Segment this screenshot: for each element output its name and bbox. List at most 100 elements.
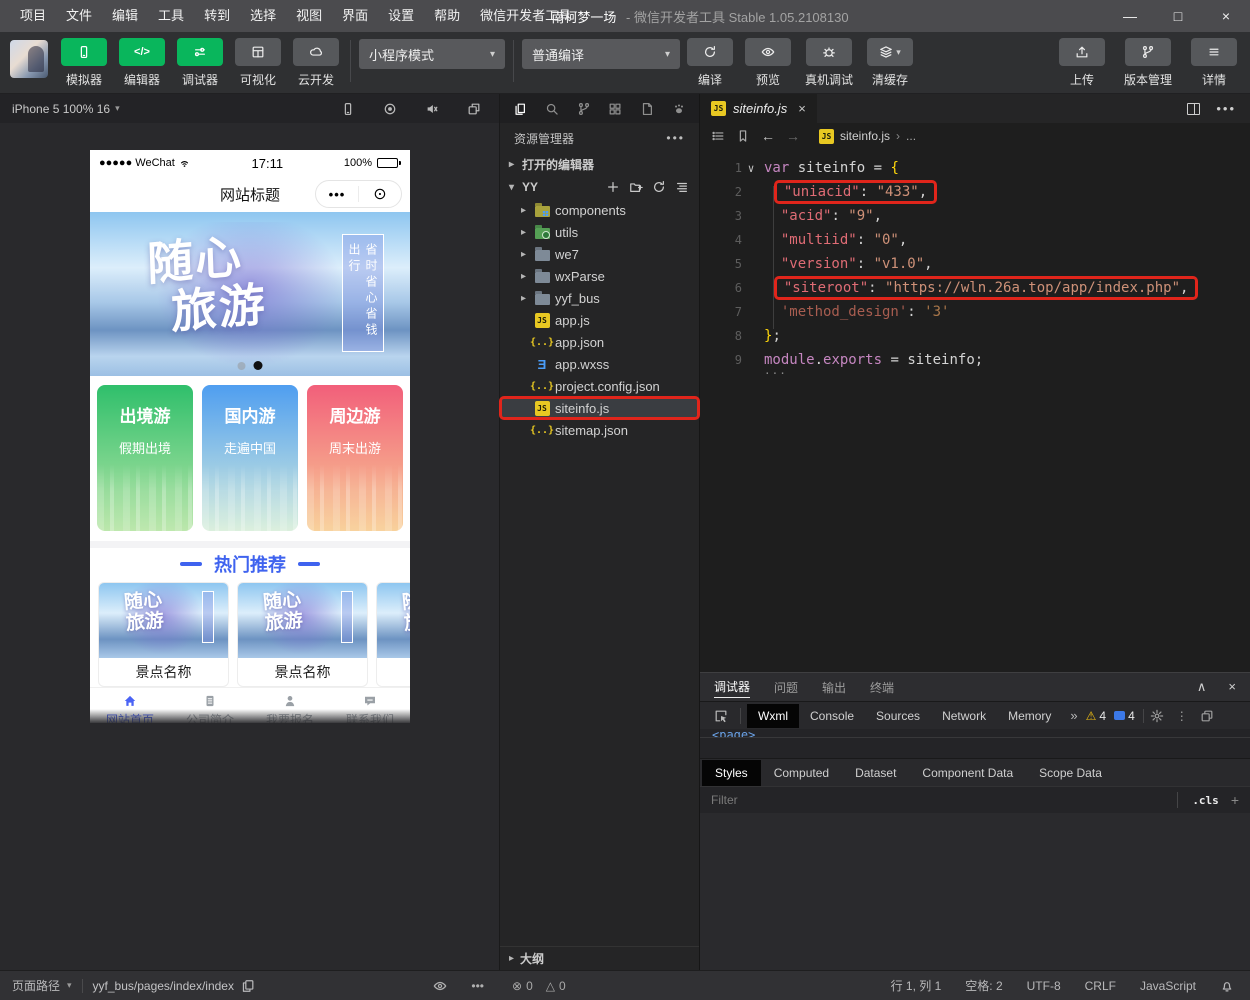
tree-item-utils[interactable]: ▸ utils [500,221,699,243]
phone-tab-home[interactable]: 网站首页 [90,688,170,723]
devtools-settings-icon[interactable] [1150,709,1164,723]
device-selector[interactable]: iPhone 5 100% 16 [12,102,110,116]
page-path-selector[interactable]: 页面路径 [12,977,60,994]
fold-chevron-icon[interactable]: ∨ [742,162,760,175]
plugin-paw-icon[interactable] [672,102,686,116]
close-tab-icon[interactable]: × [798,101,806,116]
recommendation-card[interactable]: 随心旅游景点名称 [98,582,229,687]
close-button[interactable]: × [1202,0,1250,32]
devtools-panel-Sources[interactable]: Sources [865,704,931,728]
tree-item-yyf_bus[interactable]: ▸ yyf_bus [500,287,699,309]
editor-more-icon[interactable]: ••• [1216,101,1236,116]
tree-item-sitemap.json[interactable]: {..} sitemap.json [500,419,699,441]
devtools-panel-Memory[interactable]: Memory [997,704,1062,728]
details-button[interactable]: 详情 [1188,38,1240,88]
source-control-icon[interactable] [577,102,591,116]
nav-forward-icon[interactable]: → [786,128,800,144]
category-card-0[interactable]: 出境游 假期出境 [97,385,193,531]
preview-button[interactable]: 预览 [742,38,794,88]
statusbar-problems[interactable]: ⊗ 0 △ 0 [500,979,700,993]
mute-icon[interactable] [425,102,439,116]
notifications-bell-icon[interactable] [1220,979,1234,993]
category-card-2[interactable]: 周边游 周末出游 [307,385,403,531]
device-debug-button[interactable]: 真机调试 [800,38,858,88]
statusbar-more-icon[interactable]: ••• [471,979,484,993]
add-style-icon[interactable]: + [1231,792,1239,808]
devtools-panel-Wxml[interactable]: Wxml [747,703,799,728]
styles-tab-1[interactable]: Computed [761,760,842,786]
project-root-yy[interactable]: ▾ YY [500,175,699,199]
breadcrumb-item[interactable]: JS siteinfo.js › ... [819,128,916,144]
editor-toggle-button[interactable]: </> 编辑器 [116,38,168,88]
banner-carousel[interactable]: 随心 旅游 省时省心省钱出行 [90,212,410,376]
menu-item[interactable]: 设置 [378,0,424,32]
phone-tab-person[interactable]: 我要报名 [250,688,330,723]
version-control-button[interactable]: 版本管理 [1118,38,1178,88]
cls-toggle[interactable]: .cls [1192,794,1219,807]
menu-item[interactable]: 工具 [148,0,194,32]
detach-window-icon[interactable] [467,102,481,116]
menu-item[interactable]: 界面 [332,0,378,32]
outline-section[interactable]: ▸ 大纲 [500,946,699,970]
styles-filter-input[interactable] [711,793,1172,807]
cloud-dev-button[interactable]: 云开发 [290,38,342,88]
compile-mode-select[interactable]: 普通编译 ▾ [522,39,680,69]
extensions-icon[interactable] [608,102,622,116]
tree-item-app.json[interactable]: {..} app.json [500,331,699,353]
bookmark-icon[interactable] [736,129,750,143]
minimize-button[interactable]: — [1106,0,1154,32]
files-icon[interactable] [513,102,527,116]
mode-select[interactable]: 小程序模式 ▾ [359,39,505,69]
search-icon[interactable] [545,102,559,116]
clear-cache-button[interactable]: ▾ 清缓存 [864,38,916,88]
code-editor[interactable]: 1 ∨ var siteinfo = {2 "uniacid": "433", 3 "… [700,149,1250,672]
menu-item[interactable]: 项目 [10,0,56,32]
upload-button[interactable]: 上传 [1056,38,1108,88]
menu-item[interactable]: 文件 [56,0,102,32]
maximize-button[interactable]: □ [1154,0,1202,32]
copy-path-icon[interactable] [241,979,255,993]
nav-back-icon[interactable]: ← [761,128,775,144]
styles-tab-0[interactable]: Styles [702,759,761,786]
editor-tab-siteinfo[interactable]: JS siteinfo.js × [700,94,817,123]
more-panels-icon[interactable]: » [1070,708,1077,723]
more-menu-icon[interactable]: ••• [316,187,358,202]
phone-tab-doc[interactable]: 公司简介 [170,688,250,723]
debugger-tab-3[interactable]: 终端 [870,677,894,698]
explorer-more-icon[interactable]: ••• [666,131,685,145]
category-card-1[interactable]: 国内游 走遍中国 [202,385,298,531]
menu-item[interactable]: 微信开发者工具 [470,0,581,32]
menu-item[interactable]: 选择 [240,0,286,32]
close-miniprogram-icon[interactable]: ⊙ [359,184,401,204]
close-panel-icon[interactable]: × [1228,679,1236,695]
refresh-explorer-icon[interactable] [652,180,666,194]
debugger-toggle-button[interactable]: 调试器 [174,38,226,88]
tree-item-wxParse[interactable]: ▸ wxParse [500,265,699,287]
styles-tab-4[interactable]: Scope Data [1026,760,1115,786]
eol-setting[interactable]: CRLF [1085,979,1116,993]
tree-item-project.config.json[interactable]: {..} project.config.json [500,375,699,397]
menu-item[interactable]: 视图 [286,0,332,32]
menu-item[interactable]: 转到 [194,0,240,32]
new-folder-icon[interactable] [629,180,643,194]
tree-item-app.js[interactable]: JS app.js [500,309,699,331]
wxml-element-tree[interactable]: <page> [700,729,1250,737]
preview-page-eye-icon[interactable] [433,979,447,993]
inspect-element-icon[interactable] [714,709,728,723]
warning-badge[interactable]: ⚠ 4 [1086,709,1106,723]
recommendation-card[interactable]: 随心旅游景点名称 [376,582,410,687]
devtools-panel-Network[interactable]: Network [931,704,997,728]
indent-setting[interactable]: 空格: 2 [965,977,1002,994]
encoding-setting[interactable]: UTF-8 [1027,979,1061,993]
tree-item-siteinfo.js[interactable]: JS siteinfo.js [499,396,700,420]
visualize-button[interactable]: 可视化 [232,38,284,88]
collapse-panel-icon[interactable]: ∧ [1197,679,1207,695]
debugger-tab-1[interactable]: 问题 [774,677,798,698]
open-editors-section[interactable]: ▸ 打开的编辑器 [500,153,699,175]
devtools-panel-Console[interactable]: Console [799,704,865,728]
record-icon[interactable] [383,102,397,116]
split-editor-icon[interactable] [1187,102,1201,115]
tree-item-we7[interactable]: ▸ we7 [500,243,699,265]
menu-item[interactable]: 帮助 [424,0,470,32]
user-avatar[interactable] [10,40,48,78]
